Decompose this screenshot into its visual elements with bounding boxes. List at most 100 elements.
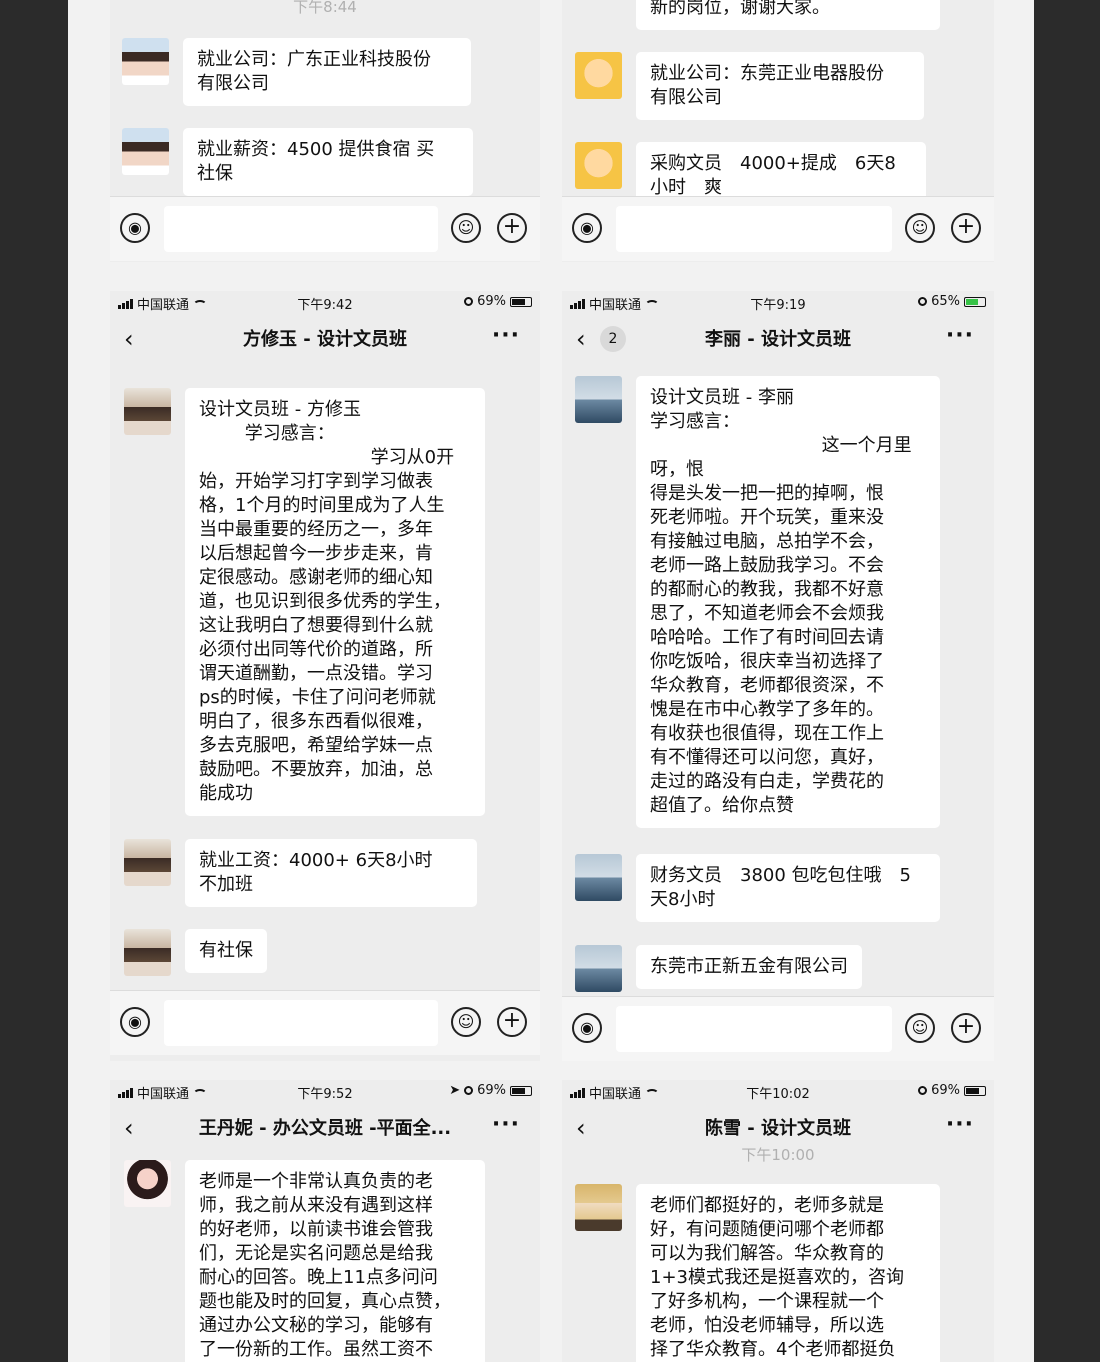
message-bubble[interactable]: 就业公司：东莞正业电器股份 有限公司 [636, 52, 924, 120]
chat-panel-chen-xue: 中国联通 下午10:02 69% ‹ 陈雪 - 设计文员班 ··· 下午10:0… [562, 1080, 994, 1362]
chat-panel-li-li: 中国联通 下午9:19 65% ‹ 2 李丽 - 设计文员班 ··· 设计文员班… [562, 291, 994, 1061]
plus-icon[interactable]: + [497, 1007, 527, 1037]
message-row: 就业公司：广东正业科技股份 有限公司 [122, 38, 471, 106]
message-bubble[interactable]: 老师是一个非常认真负责的老 师，我之前从来没有遇到这样 的好老师，以前读书谁会管… [185, 1160, 485, 1362]
voice-icon[interactable]: ◉ [572, 213, 602, 243]
input-bar: ◉ ☺ + [110, 196, 540, 261]
chat-panel-top-left: 下午8:44 就业公司：广东正业科技股份 有限公司 就业薪资：4500 提供食宿… [110, 0, 540, 262]
alarm-icon [918, 1086, 928, 1095]
plus-icon[interactable]: + [951, 213, 981, 243]
message-row: 有社保 [124, 929, 267, 976]
more-icon[interactable]: ··· [946, 323, 974, 348]
message-bubble[interactable]: 老师们都挺好的，老师多就是 好，有问题随便问哪个老师都 可以为我们解答。华众教育… [636, 1184, 940, 1362]
cat-avatar[interactable] [575, 52, 622, 99]
plus-icon[interactable]: + [951, 1013, 981, 1043]
message-bubble[interactable]: 设计文员班 - 方修玉 学习感言： 学习从0开 始，开始学习打字到学习做表 格，… [185, 388, 485, 816]
user-avatar[interactable] [575, 854, 622, 901]
battery-percent: 69% [931, 1083, 960, 1098]
status-right: 69% [918, 1083, 986, 1098]
alarm-icon [464, 1086, 474, 1095]
user-avatar[interactable] [124, 388, 171, 435]
chat-title: 方修玉 - 设计文员班 [242, 329, 407, 350]
chat-title: 李丽 - 设计文员班 [704, 329, 851, 350]
status-right: 69% [464, 294, 532, 309]
status-bar: 中国联通 下午9:52 ➤ 69% [110, 1080, 540, 1102]
user-avatar[interactable] [575, 1184, 622, 1231]
timestamp: 下午8:44 [293, 0, 357, 16]
battery-percent: 69% [477, 1083, 506, 1098]
status-right: 65% [918, 294, 986, 309]
location-icon: ➤ [449, 1083, 461, 1098]
input-bar: ◉ ☺ + [562, 996, 994, 1061]
message-bubble[interactable]: 设计文员班 - 李丽 学习感言： 这一个月里呀，恨 得是头发一把一把的掉啊，恨 … [636, 376, 940, 828]
emoji-icon[interactable]: ☺ [451, 213, 481, 243]
message-input[interactable] [616, 206, 892, 252]
collage-sheet: 下午8:44 就业公司：广东正业科技股份 有限公司 就业薪资：4500 提供食宿… [68, 0, 1034, 1362]
message-bubble[interactable]: 就业公司：广东正业科技股份 有限公司 [183, 38, 471, 106]
message-input[interactable] [164, 1000, 438, 1046]
girl-avatar[interactable] [122, 38, 169, 85]
user-avatar[interactable] [124, 929, 171, 976]
message-row: 就业公司：东莞正业电器股份 有限公司 [575, 52, 924, 120]
chat-panel-fang-xiuyu: 中国联通 下午9:42 69% ‹ 方修玉 - 设计文员班 ··· 设计文员班 … [110, 291, 540, 1061]
battery-icon [510, 296, 532, 307]
back-icon[interactable]: ‹ [124, 1114, 134, 1142]
battery-icon [510, 1085, 532, 1096]
status-right: ➤ 69% [449, 1083, 532, 1098]
girl-avatar[interactable] [122, 128, 169, 175]
message-row: 新的岗位，谢谢大家。 [636, 0, 940, 30]
status-bar: 中国联通 下午10:02 69% [562, 1080, 994, 1102]
message-bubble[interactable]: 新的岗位，谢谢大家。 [636, 0, 940, 30]
battery-percent: 65% [931, 294, 960, 309]
back-icon[interactable]: ‹ [576, 1114, 586, 1142]
message-bubble[interactable]: 东莞市正新五金有限公司 [636, 945, 862, 989]
back-icon[interactable]: ‹ [576, 325, 586, 353]
battery-icon [964, 1085, 986, 1096]
chat-panel-top-right: 新的岗位，谢谢大家。 就业公司：东莞正业电器股份 有限公司 采购文员 4000+… [562, 0, 994, 262]
message-bubble[interactable]: 就业薪资：4500 提供食宿 买 社保 [183, 128, 473, 196]
battery-charging-icon [964, 296, 986, 307]
more-icon[interactable]: ··· [946, 1112, 974, 1137]
message-input[interactable] [164, 206, 438, 252]
more-icon[interactable]: ··· [492, 323, 520, 348]
user-avatar[interactable] [575, 376, 622, 423]
status-bar: 中国联通 下午9:19 65% [562, 291, 994, 313]
chat-title: 王丹妮 - 办公文员班 -平面全... [198, 1118, 452, 1139]
message-bubble[interactable]: 就业工资：4000+ 6天8小时 不加班 [185, 839, 477, 907]
alarm-icon [464, 297, 474, 306]
message-row: 设计文员班 - 李丽 学习感言： 这一个月里呀，恨 得是头发一把一把的掉啊，恨 … [575, 376, 940, 828]
message-row: 就业工资：4000+ 6天8小时 不加班 [124, 839, 477, 907]
chat-header: ‹ 2 李丽 - 设计文员班 ··· [562, 313, 994, 363]
message-bubble[interactable]: 财务文员 3800 包吃包住哦 5 天8小时 [636, 854, 940, 922]
message-row: 老师是一个非常认真负责的老 师，我之前从来没有遇到这样 的好老师，以前读书谁会管… [124, 1160, 485, 1362]
cat-avatar[interactable] [575, 142, 622, 189]
message-row: 财务文员 3800 包吃包住哦 5 天8小时 [575, 854, 940, 922]
plus-icon[interactable]: + [497, 213, 527, 243]
voice-icon[interactable]: ◉ [572, 1013, 602, 1043]
emoji-icon[interactable]: ☺ [905, 1013, 935, 1043]
user-avatar[interactable] [124, 839, 171, 886]
chat-header: ‹ 王丹妮 - 办公文员班 -平面全... ··· [110, 1102, 540, 1152]
user-avatar[interactable] [124, 1160, 171, 1207]
emoji-icon[interactable]: ☺ [451, 1007, 481, 1037]
voice-icon[interactable]: ◉ [120, 1007, 150, 1037]
alarm-icon [918, 297, 928, 306]
message-row: 老师们都挺好的，老师多就是 好，有问题随便问哪个老师都 可以为我们解答。华众教育… [575, 1184, 940, 1362]
unread-badge[interactable]: 2 [600, 326, 626, 352]
chat-title: 陈雪 - 设计文员班 [704, 1118, 851, 1139]
status-bar: 中国联通 下午9:42 69% [110, 291, 540, 313]
message-bubble[interactable]: 有社保 [185, 929, 267, 973]
battery-percent: 69% [477, 294, 506, 309]
message-row: 东莞市正新五金有限公司 [575, 945, 862, 992]
voice-icon[interactable]: ◉ [120, 213, 150, 243]
user-avatar[interactable] [575, 945, 622, 992]
back-icon[interactable]: ‹ [124, 325, 134, 353]
message-input[interactable] [616, 1006, 892, 1052]
emoji-icon[interactable]: ☺ [905, 213, 935, 243]
message-row: 设计文员班 - 方修玉 学习感言： 学习从0开 始，开始学习打字到学习做表 格，… [124, 388, 485, 816]
chat-header: ‹ 方修玉 - 设计文员班 ··· [110, 313, 540, 363]
more-icon[interactable]: ··· [492, 1112, 520, 1137]
chat-panel-wang-danni: 中国联通 下午9:52 ➤ 69% ‹ 王丹妮 - 办公文员班 -平面全... ·… [110, 1080, 540, 1362]
message-row: 就业薪资：4500 提供食宿 买 社保 [122, 128, 473, 196]
timestamp: 下午10:00 [741, 1146, 815, 1164]
